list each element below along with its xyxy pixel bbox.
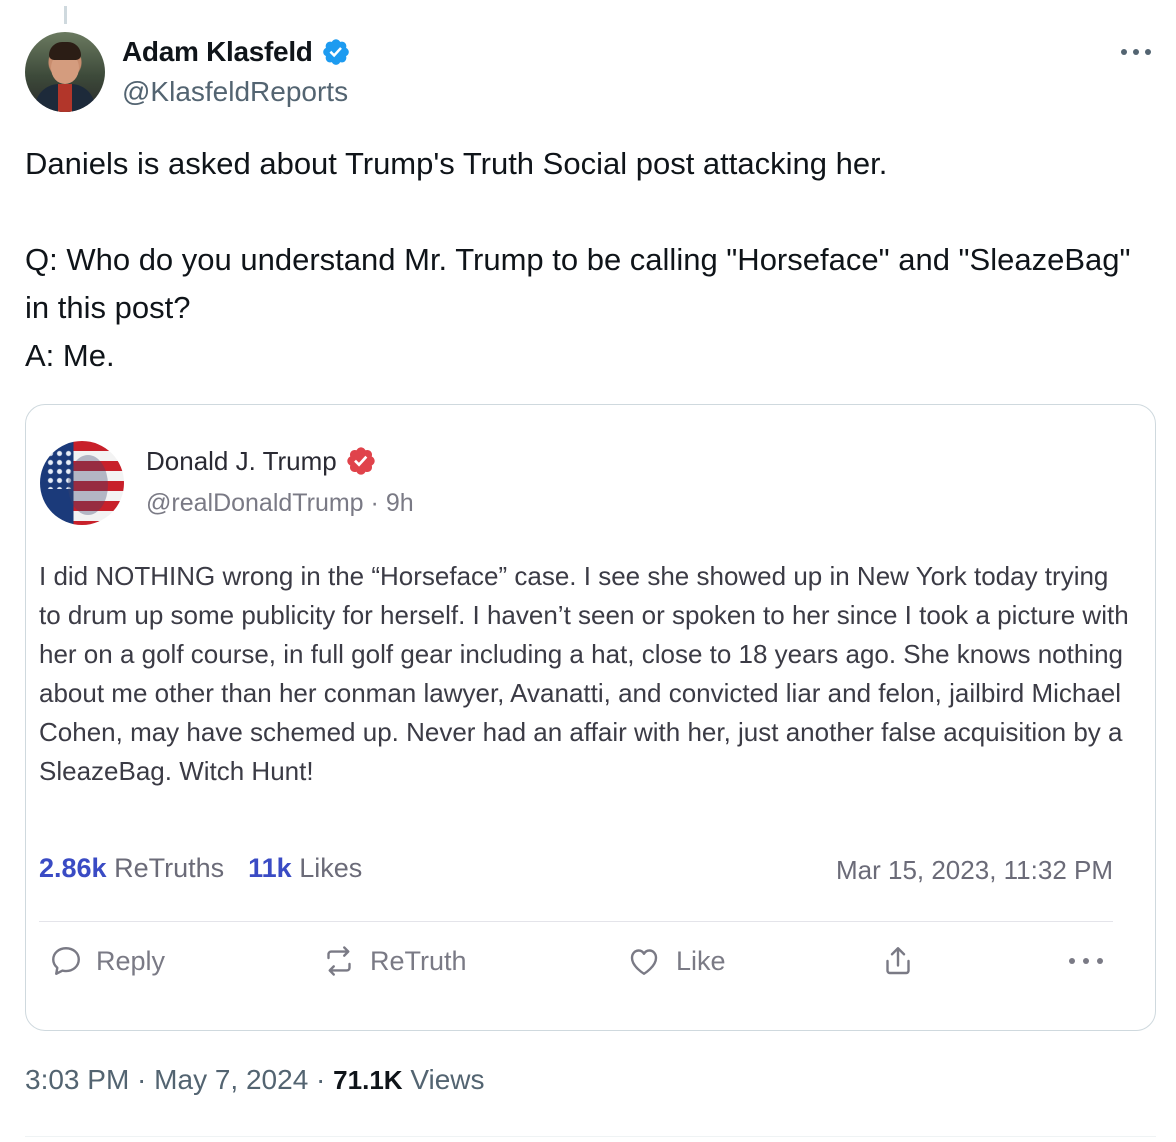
- author-avatar[interactable]: [25, 32, 105, 112]
- retruth-action: ReTruth: [320, 943, 467, 979]
- reply-bubble-icon: [52, 947, 80, 975]
- tweet-meta-footer: 3:03 PM · May 7, 2024 · 71.1K Views: [25, 1064, 485, 1096]
- quoted-name-row: Donald J. Trump: [146, 445, 377, 477]
- thread-connector-line: [64, 6, 67, 24]
- likes-label: Likes: [299, 853, 363, 883]
- retruths-label: ReTruths: [114, 853, 225, 883]
- retruths-count: 2.86k: [39, 853, 107, 883]
- likes-count: 11k: [248, 853, 292, 883]
- views-count[interactable]: 71.1K: [333, 1065, 402, 1096]
- views-label: Views: [402, 1064, 485, 1095]
- quoted-display-name: Donald J. Trump: [146, 445, 337, 476]
- quoted-handle-row: @realDonaldTrump · 9h: [146, 489, 414, 518]
- quoted-post-card[interactable]: Donald J. Trump @realDonaldTrump · 9h I …: [25, 404, 1156, 1031]
- quoted-stats: 2.86k ReTruths 11k Likes: [39, 853, 362, 884]
- verified-badge-icon: [322, 39, 349, 65]
- quoted-handle: @realDonaldTrump: [146, 489, 364, 517]
- retruth-arrows-icon: [327, 946, 351, 976]
- post-time[interactable]: 3:03 PM: [25, 1064, 129, 1096]
- like-action: Like: [624, 943, 726, 979]
- quoted-divider: [39, 921, 1113, 922]
- tweet-paragraph: Q: Who do you understand Mr. Trump to be…: [25, 242, 1131, 373]
- share-upload-icon: [886, 947, 910, 975]
- tweet-page: Adam Klasfeld @KlasfeldReports Daniels i…: [0, 0, 1176, 1142]
- tweet-text: Daniels is asked about Trump's Truth Soc…: [25, 140, 1145, 380]
- retruth-label: ReTruth: [370, 945, 467, 976]
- retruths-stat: 2.86k ReTruths: [39, 853, 224, 884]
- more-options-button[interactable]: [1116, 32, 1156, 72]
- tweet-header: Adam Klasfeld @KlasfeldReports: [25, 32, 1156, 114]
- quoted-body-text: I did NOTHING wrong in the “Horseface” c…: [39, 561, 1129, 786]
- truth-verified-badge-icon: [347, 447, 375, 475]
- more-horizontal-icon: [1069, 958, 1103, 964]
- likes-stat: 11k Likes: [248, 853, 362, 884]
- tweet-paragraph: Daniels is asked about Trump's Truth Soc…: [25, 146, 888, 181]
- author-handle[interactable]: @KlasfeldReports: [122, 76, 348, 108]
- more-action: [1066, 943, 1106, 979]
- quoted-action-bar: Reply ReTruth Like: [26, 943, 1155, 993]
- post-date[interactable]: May 7, 2024: [154, 1064, 308, 1096]
- like-label: Like: [676, 945, 726, 976]
- author-name-row[interactable]: Adam Klasfeld: [122, 36, 351, 68]
- meta-separator: ·: [129, 1064, 155, 1095]
- share-action: [880, 943, 916, 979]
- reply-label: Reply: [96, 945, 166, 976]
- footer-divider: [25, 1136, 1156, 1137]
- quoted-time-ago: · 9h: [370, 489, 414, 517]
- meta-separator: ·: [308, 1064, 334, 1095]
- reply-action: Reply: [48, 943, 165, 979]
- more-horizontal-icon: [1121, 49, 1151, 55]
- quoted-post-date: Mar 15, 2023, 11:32 PM: [835, 855, 1113, 885]
- quoted-author-avatar: [40, 441, 124, 525]
- heart-icon: [630, 949, 658, 975]
- author-display-name[interactable]: Adam Klasfeld: [122, 36, 313, 68]
